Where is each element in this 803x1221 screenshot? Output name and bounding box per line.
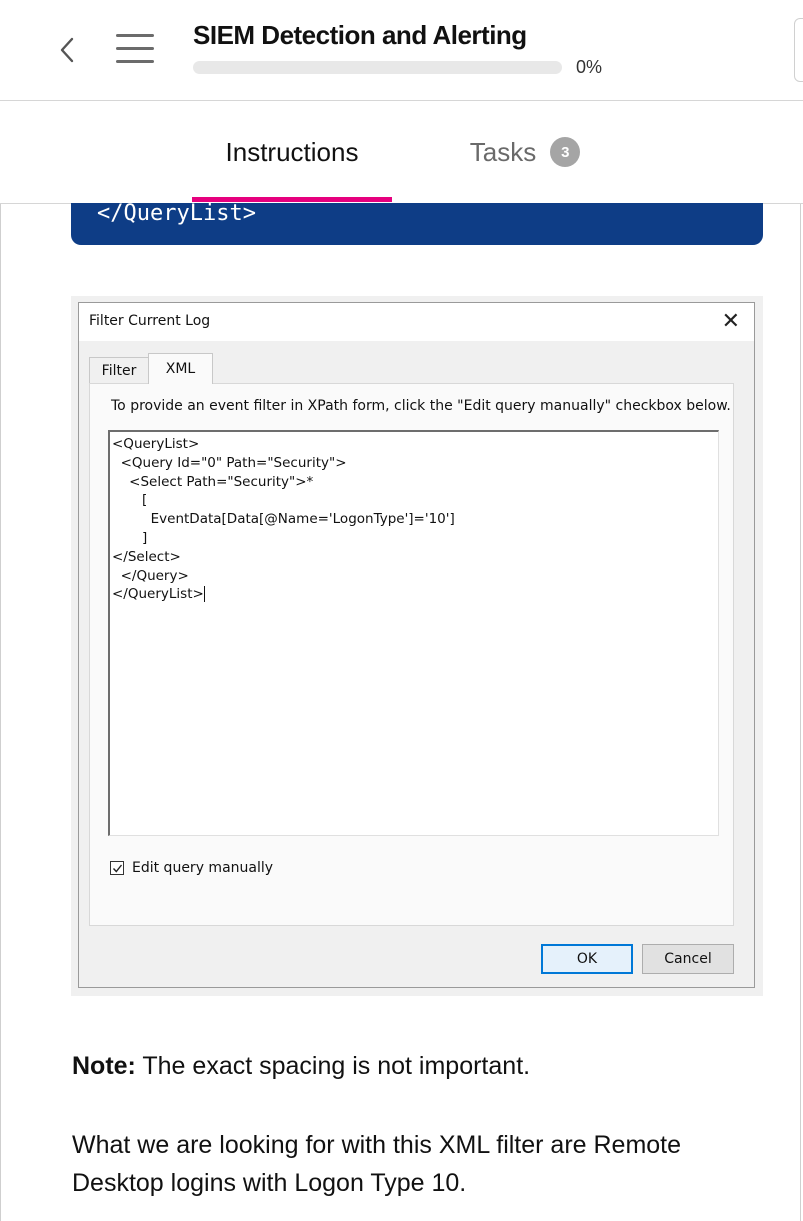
xml-line: <Query Id="0" Path="Security"> [112,454,347,471]
close-icon[interactable]: ✕ [722,309,740,334]
cancel-button[interactable]: Cancel [642,944,734,974]
xml-line: </Select> [112,548,181,565]
top-header: SIEM Detection and Alerting 0% [0,0,803,101]
xml-line: [ [112,492,148,509]
tab-instructions[interactable]: Instructions [192,101,392,203]
tab-bar: Instructions Tasks 3 [0,101,803,204]
xml-line: ] [112,529,148,546]
code-line: </QueryList> [97,201,256,226]
dialog-tab-xml[interactable]: XML [148,353,213,384]
code-block: </QueryList> [71,203,763,245]
note-label: Note: [72,1052,136,1080]
tasks-count-badge: 3 [550,137,581,167]
edit-query-checkbox[interactable] [110,861,124,875]
dialog-titlebar: Filter Current Log ✕ [79,303,754,341]
chevron-left-icon [60,37,74,63]
side-panel-edge [794,18,803,82]
dialog-screenshot: Filter Current Log ✕ Filter XML To provi… [71,296,763,996]
tab-tasks-label: Tasks [469,136,537,167]
tab-instructions-label: Instructions [225,136,359,167]
checkmark-icon [112,864,122,873]
xml-line: <QueryList> [112,436,200,452]
dialog-panel: To provide an event filter in XPath form… [89,383,734,926]
xml-editor[interactable]: <QueryList> <Query Id="0" Path="Security… [108,430,719,836]
xml-line: </QueryList> [112,586,204,603]
dialog-tab-filter[interactable]: Filter [89,357,149,383]
ok-button[interactable]: OK [541,944,633,974]
progress-bar [193,61,562,74]
note-body: The exact spacing is not important. [135,1052,531,1080]
hamburger-menu-icon[interactable] [114,30,156,68]
filter-dialog: Filter Current Log ✕ Filter XML To provi… [78,302,755,988]
tab-tasks[interactable]: Tasks 3 [440,101,610,203]
note-text: Note: The exact spacing is not important… [72,1052,530,1081]
xml-line: <Select Path="Security">* [112,473,314,490]
back-button[interactable] [52,30,82,70]
xml-line: </Query> [112,567,189,584]
text-caret [203,586,205,603]
xml-line: EventData[Data[@Name='LogonType']='10'] [112,511,455,528]
edit-query-checkbox-row[interactable]: Edit query manually [110,860,273,876]
checkbox-label: Edit query manually [132,860,274,876]
progress-percent: 0% [576,57,603,77]
dialog-instruction: To provide an event filter in XPath form… [111,398,731,414]
description-paragraph: What we are looking for with this XML fi… [72,1131,682,1197]
dialog-title: Filter Current Log [89,313,211,329]
page-title: SIEM Detection and Alerting [193,20,527,50]
